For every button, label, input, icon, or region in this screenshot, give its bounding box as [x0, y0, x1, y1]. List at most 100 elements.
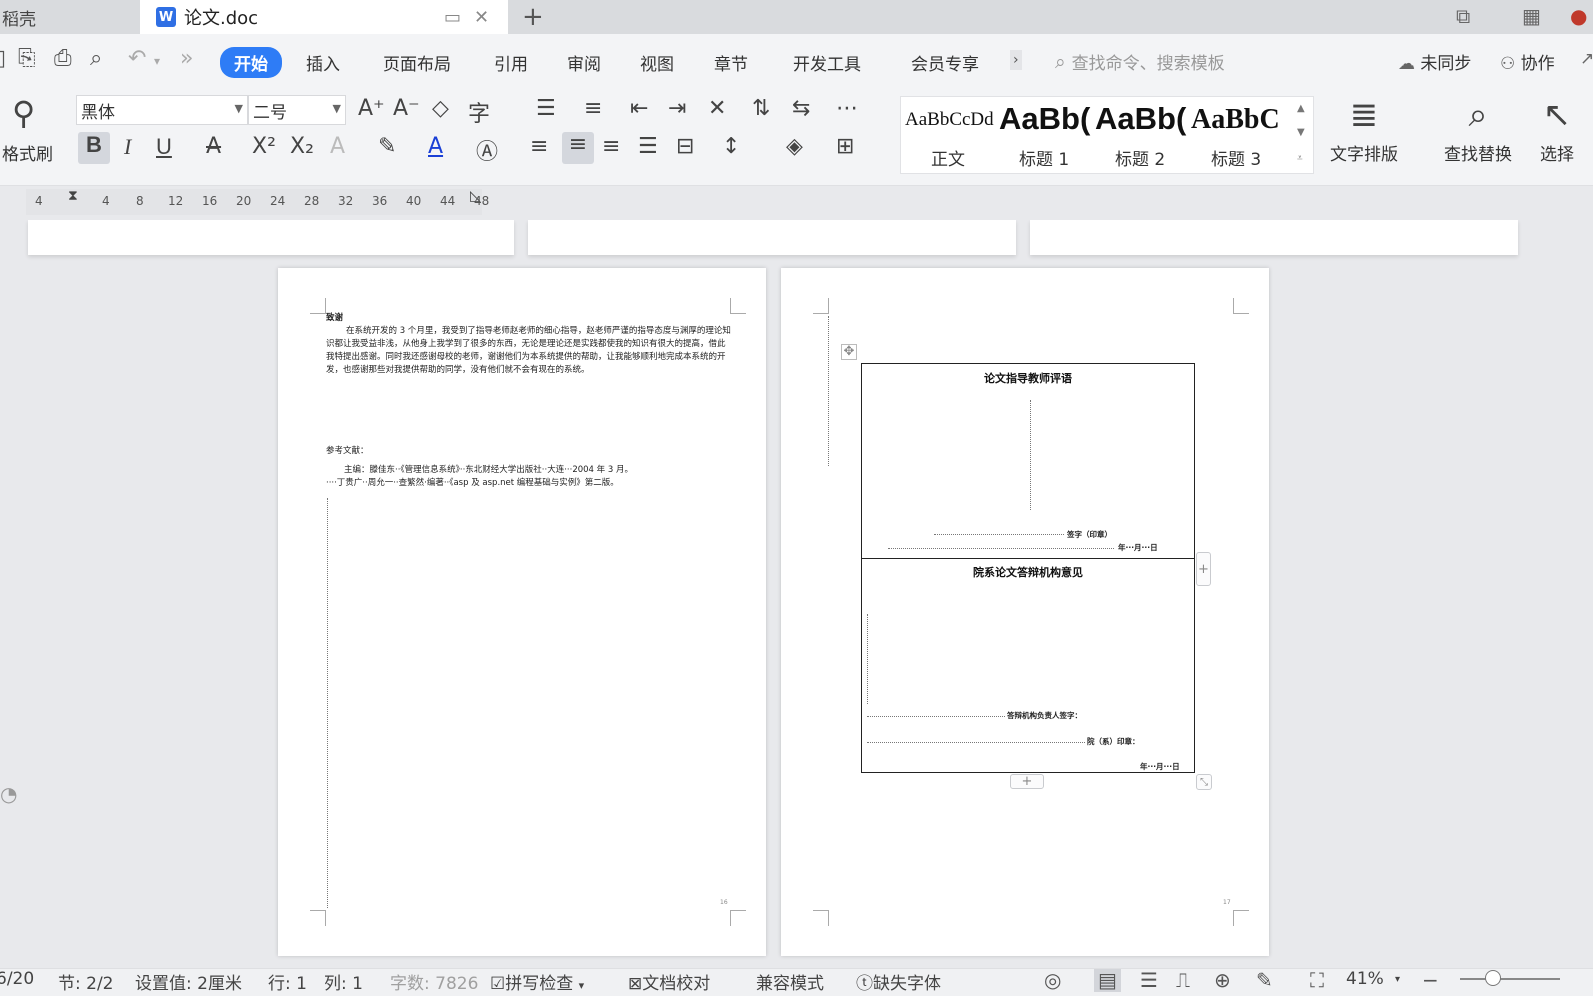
underline-button[interactable]: U	[156, 134, 172, 160]
superscript-icon[interactable]: X²	[252, 134, 276, 159]
text-effect-icon[interactable]: A	[330, 134, 345, 159]
styles-scroll-down-icon[interactable]: ▼	[1297, 127, 1305, 138]
highlight-icon[interactable]: ✎	[378, 134, 396, 159]
table-move-handle-icon[interactable]: ✥	[841, 344, 857, 360]
page-thumbnail-prev[interactable]	[528, 220, 1016, 255]
zoom-slider[interactable]	[1460, 978, 1560, 980]
avatar[interactable]: ●	[1570, 4, 1587, 28]
table-resize-icon[interactable]: ⤡	[1196, 774, 1212, 790]
spell-check-button[interactable]: ☑拼写检查 ▾	[490, 969, 584, 994]
eye-protect-icon[interactable]: ◎	[1044, 969, 1061, 992]
status-page[interactable]: 6/20	[0, 969, 34, 989]
menu-view[interactable]: 视图	[640, 50, 674, 75]
show-marks-icon[interactable]: ⋯	[836, 96, 858, 121]
decrease-font-size-icon[interactable]: A⁻	[393, 96, 420, 121]
web-view-icon[interactable]: ⊕	[1214, 969, 1231, 992]
char-border-icon[interactable]: Ⓐ	[476, 134, 498, 166]
font-name-select[interactable]: 黑体 ▼	[76, 95, 248, 125]
align-right-icon[interactable]: ≡	[602, 134, 620, 159]
borders-icon[interactable]: ⊞	[836, 134, 854, 159]
menu-review[interactable]: 审阅	[567, 50, 601, 75]
chinese-layout-icon[interactable]: ✕	[708, 96, 726, 121]
fit-page-icon[interactable]: ⛶	[1310, 969, 1324, 992]
menu-chapter[interactable]: 章节	[714, 50, 748, 75]
menu-page-layout[interactable]: 页面布局	[383, 50, 451, 75]
select-button[interactable]: ↖ 选择	[1540, 90, 1574, 165]
zoom-out-icon[interactable]: −	[1422, 969, 1439, 992]
zoom-dropdown-icon[interactable]: ▾	[1395, 974, 1400, 985]
pin-window-icon[interactable]: ▭	[444, 7, 461, 28]
evaluation-table[interactable]: 论文指导教师评语 签字（印章） 年···月···日 院系论文答辩机构意见 答辩机…	[861, 363, 1195, 773]
tab-document[interactable]: W 论文.doc ▭ ✕	[140, 0, 508, 34]
page-view-icon[interactable]: ▤	[1094, 969, 1121, 992]
write-mode-icon[interactable]: ✎	[1256, 969, 1273, 992]
outline-view-icon[interactable]: ☰	[1140, 969, 1158, 992]
sort-icon[interactable]: ⇅	[752, 96, 770, 121]
page-thumbnail-prev[interactable]	[28, 220, 514, 255]
zoom-slider-handle[interactable]	[1485, 970, 1501, 986]
page-evaluation[interactable]: ✥ 论文指导教师评语 签字（印章） 年···月···日 院系论文答辩机构意见 答…	[781, 268, 1269, 956]
distributed-align-icon[interactable]: ⊟	[676, 134, 694, 159]
numbered-list-icon[interactable]: ≡	[584, 96, 602, 121]
more-quick-access-icon[interactable]: »	[180, 46, 193, 71]
page-thumbnail-prev[interactable]	[1030, 220, 1518, 255]
apps-grid-icon[interactable]: ▦	[1522, 4, 1541, 28]
missing-font-button[interactable]: ⓣ缺失字体	[856, 969, 941, 994]
strikethrough-icon[interactable]: A	[206, 134, 221, 159]
close-tab-icon[interactable]: ✕	[474, 7, 489, 28]
proofread-button[interactable]: ⊠文档校对	[628, 969, 710, 994]
italic-button[interactable]: I	[124, 134, 131, 160]
menu-dev-tools[interactable]: 开发工具	[793, 50, 861, 75]
save-icon[interactable]: ⎘	[18, 46, 36, 71]
command-search[interactable]: ⌕ 查找命令、搜索模板	[1055, 49, 1225, 75]
new-tab-button[interactable]: +	[522, 0, 544, 34]
menu-references[interactable]: 引用	[494, 50, 528, 75]
justify-icon[interactable]: ☰	[638, 134, 658, 159]
reading-layout-icon[interactable]: ⧉	[1456, 4, 1470, 28]
align-center-icon[interactable]: ≡	[562, 132, 594, 164]
sync-status[interactable]: ☁ 未同步	[1398, 49, 1471, 74]
menu-insert[interactable]: 插入	[306, 50, 340, 75]
file-menu-icon[interactable]: ▯	[0, 46, 6, 71]
format-painter-icon[interactable]: ⚲	[12, 94, 35, 132]
add-row-button[interactable]: +	[1010, 774, 1044, 789]
menu-home[interactable]: 开始	[220, 47, 282, 78]
text-direction-icon[interactable]: ⇆	[792, 96, 810, 121]
indent-marker-icon[interactable]: ⧗	[68, 188, 78, 204]
text-layout-button[interactable]: ≣ 文字排版	[1330, 90, 1398, 165]
find-replace-button[interactable]: ⌕ 查找替换	[1444, 90, 1512, 165]
phonetic-guide-icon[interactable]: 字	[468, 96, 490, 128]
print-icon[interactable]: ⎙	[54, 46, 72, 71]
increase-indent-icon[interactable]: ⇥	[668, 96, 686, 121]
bullet-list-icon[interactable]: ☰	[536, 96, 556, 121]
share-icon[interactable]: ↗	[1580, 49, 1593, 69]
shading-icon[interactable]: ◈	[786, 134, 803, 159]
undo-dropdown-icon[interactable]: ▾	[154, 54, 160, 68]
styles-expand-icon[interactable]: ⩡	[1297, 153, 1303, 164]
status-word-count[interactable]: 字数: 7826	[390, 969, 478, 994]
tab-docer[interactable]: 稻壳	[0, 0, 140, 34]
reading-view-icon[interactable]: ⎍	[1176, 969, 1190, 992]
menu-member[interactable]: 会员专享	[911, 50, 979, 75]
font-color-icon[interactable]: A	[428, 134, 443, 159]
collab-button[interactable]: ⚇ 协作	[1500, 49, 1555, 74]
print-preview-icon[interactable]: ⌕	[90, 46, 102, 71]
align-left-icon[interactable]: ≡	[530, 134, 548, 159]
line-spacing-icon[interactable]: ↕	[722, 134, 740, 159]
clear-format-icon[interactable]: ◇	[432, 96, 449, 121]
styles-scroll-up-icon[interactable]: ▲	[1297, 103, 1305, 114]
increase-font-size-icon[interactable]: A⁺	[358, 96, 385, 121]
menu-more-icon[interactable]: ›	[1010, 50, 1022, 70]
subscript-icon[interactable]: X₂	[290, 134, 314, 159]
add-column-button[interactable]: +	[1196, 552, 1211, 586]
document-canvas[interactable]: 致谢 在系统开发的 3 个月里，我受到了指导老师赵老师的细心指导，赵老师严谨的指…	[0, 220, 1593, 968]
right-indent-marker-icon[interactable]: ◺	[470, 188, 481, 204]
format-painter-label[interactable]: 格式刷	[2, 140, 53, 165]
decrease-indent-icon[interactable]: ⇤	[630, 96, 648, 121]
undo-icon[interactable]: ↶	[128, 46, 146, 71]
page-acknowledgement[interactable]: 致谢 在系统开发的 3 个月里，我受到了指导老师赵老师的细心指导，赵老师严谨的指…	[278, 268, 766, 956]
bold-button[interactable]: B	[78, 132, 110, 164]
zoom-level[interactable]: 41%	[1346, 969, 1384, 989]
font-size-select[interactable]: 二号 ▼	[248, 95, 346, 125]
floating-assistant-icon[interactable]: ◔	[0, 782, 22, 840]
